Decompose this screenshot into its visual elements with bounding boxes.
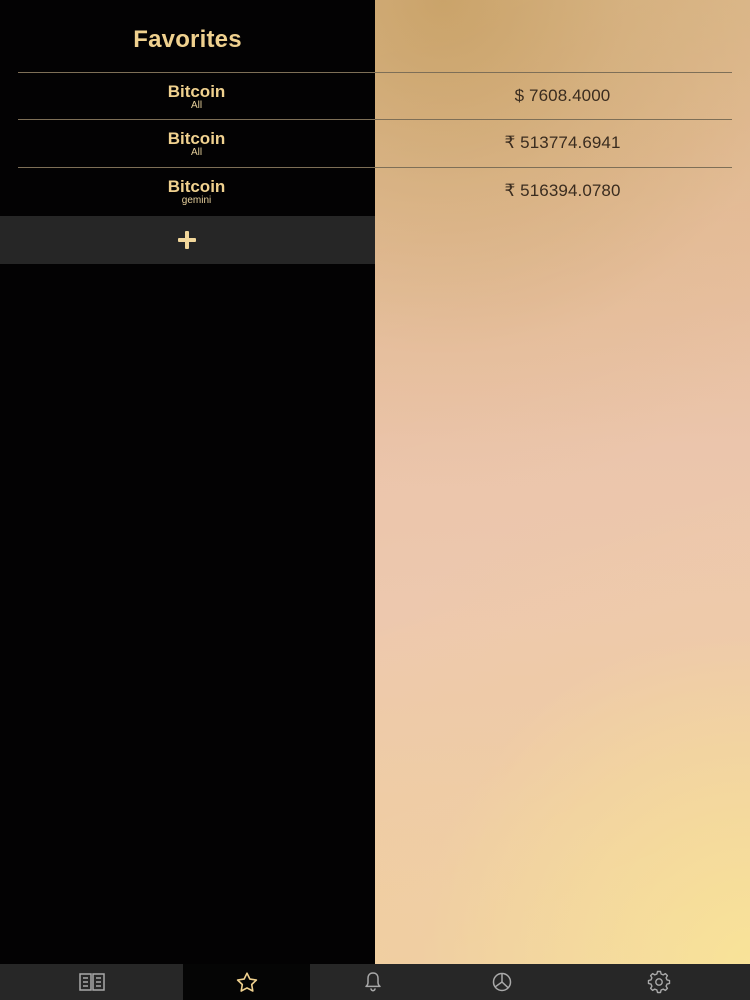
- bottom-tab-bar: [0, 964, 750, 1000]
- price-value: ₹ 513774.6941: [504, 133, 621, 152]
- gear-icon: [647, 970, 670, 994]
- bell-icon: [363, 971, 383, 993]
- exchange-name: All: [190, 147, 203, 158]
- pie-chart-icon: [491, 971, 513, 993]
- page-title: Favorites: [133, 26, 242, 53]
- exchange-name: gemini: [181, 195, 212, 206]
- exchange-name: All: [190, 100, 203, 111]
- tab-favorites[interactable]: [183, 964, 310, 1000]
- tab-book[interactable]: [0, 964, 183, 1000]
- plus-icon: [178, 231, 196, 249]
- book-icon: [78, 972, 106, 992]
- favorite-row[interactable]: Bitcoin All $ 7608.4000: [18, 73, 732, 120]
- coin-block: Bitcoin gemini: [18, 168, 375, 215]
- tab-settings[interactable]: [567, 964, 750, 1000]
- coin-block: Bitcoin All: [18, 120, 375, 167]
- tab-alerts[interactable]: [310, 964, 436, 1000]
- price-value: $ 7608.4000: [514, 86, 611, 105]
- favorite-row[interactable]: Bitcoin gemini ₹ 516394.0780: [18, 168, 732, 215]
- coin-name: Bitcoin: [167, 82, 226, 101]
- coin-name: Bitcoin: [167, 177, 226, 196]
- favorite-row[interactable]: Bitcoin All ₹ 513774.6941: [18, 120, 732, 167]
- star-icon: [235, 971, 259, 993]
- tab-portfolio[interactable]: [436, 964, 567, 1000]
- price-value: ₹ 516394.0780: [504, 181, 621, 200]
- coin-name: Bitcoin: [167, 129, 226, 148]
- add-favorite-button[interactable]: [0, 216, 375, 264]
- coin-block: Bitcoin All: [18, 73, 375, 120]
- app-window: Favorites Bitcoin All $ 7608.4000 Bitcoi…: [0, 0, 750, 1000]
